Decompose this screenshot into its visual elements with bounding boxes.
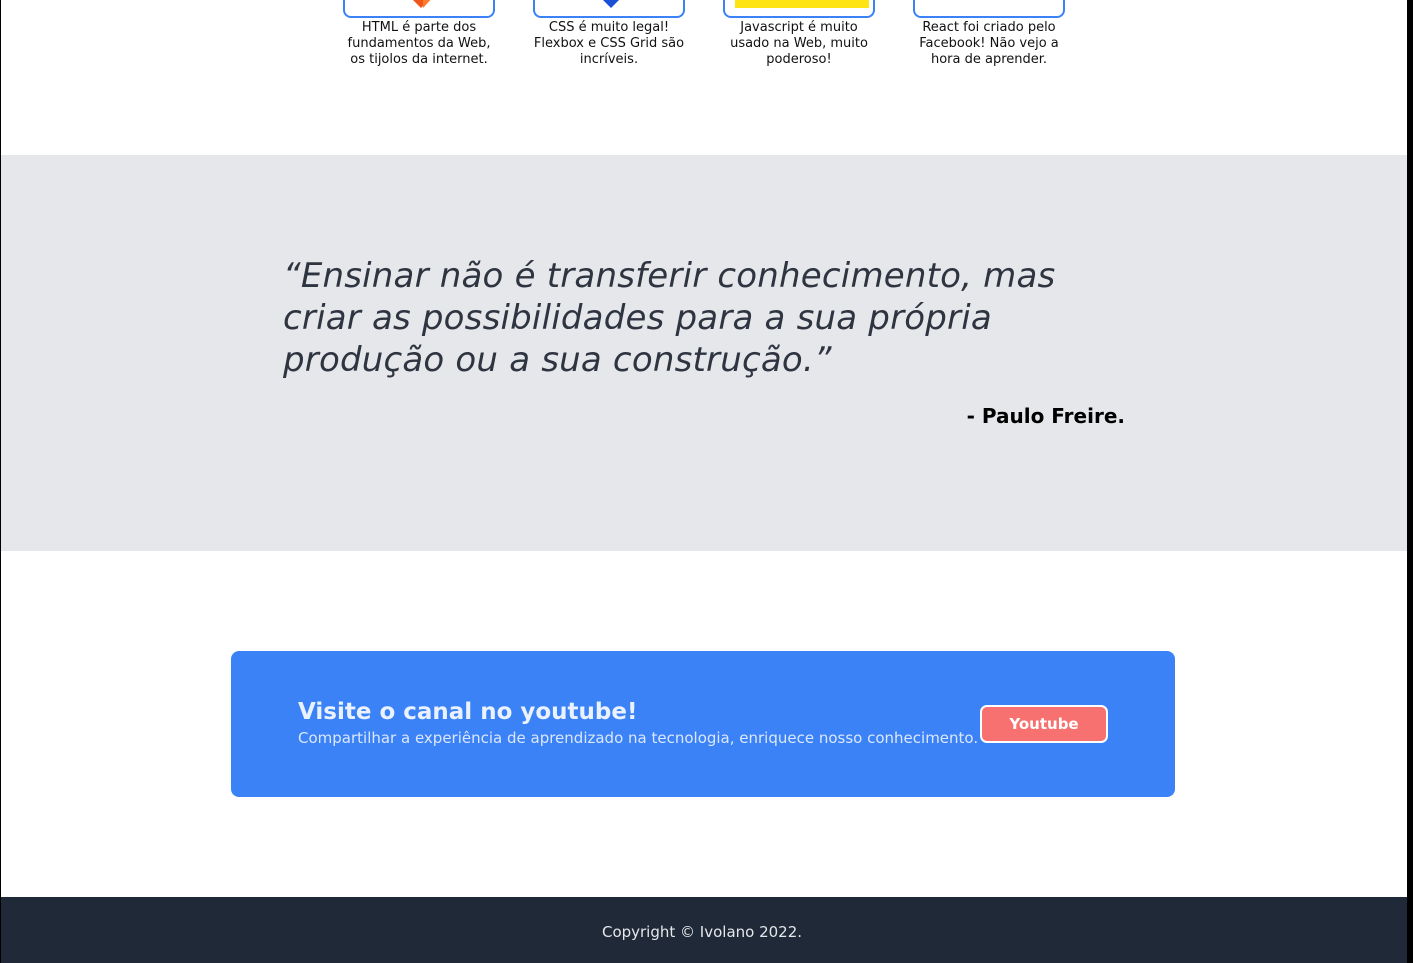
- youtube-cta-banner: Visite o canal no youtube! Compartilhar …: [231, 651, 1175, 797]
- tech-card-css: CSS é muito legal! Flexbox e CSS Grid sã…: [533, 0, 689, 68]
- copyright-text: Copyright © Ivolano 2022.: [601, 923, 803, 941]
- tech-description: Javascript é muito usado na Web, muito p…: [730, 20, 868, 67]
- javascript-logo-icon: [735, 0, 869, 8]
- css3-logo-icon: [583, 0, 639, 8]
- cta-subtitle: Compartilhar a experiência de aprendizad…: [298, 729, 979, 747]
- tech-card-javascript: Javascript é muito usado na Web, muito p…: [723, 0, 879, 68]
- quote-section: “Ensinar não é transferir conhecimento, …: [1, 155, 1407, 551]
- tech-logo-frame: [723, 0, 875, 18]
- tech-description: HTML é parte dos fundamentos da Web, os …: [347, 20, 491, 67]
- footer: Copyright © Ivolano 2022.: [1, 897, 1407, 963]
- page: HTML é parte dos fundamentos da Web, os …: [1, 0, 1407, 963]
- quote-author: - Paulo Freire.: [966, 404, 1125, 428]
- tech-description: CSS é muito legal! Flexbox e CSS Grid sã…: [533, 20, 685, 67]
- cta-title: Visite o canal no youtube!: [298, 699, 638, 725]
- tech-description: React foi criado pelo Facebook! Não vejo…: [919, 20, 1059, 67]
- technologies-section: HTML é parte dos fundamentos da Web, os …: [1, 0, 1407, 155]
- tech-logo-frame: [343, 0, 495, 18]
- tech-logo-frame: [533, 0, 685, 18]
- html5-logo-icon: [393, 0, 449, 8]
- tech-card-react: React foi criado pelo Facebook! Não vejo…: [913, 0, 1069, 68]
- youtube-button[interactable]: Youtube: [980, 705, 1108, 743]
- tech-card-html: HTML é parte dos fundamentos da Web, os …: [343, 0, 499, 68]
- tech-logo-frame: [913, 0, 1065, 18]
- quote-text: “Ensinar não é transferir conhecimento, …: [283, 256, 1056, 380]
